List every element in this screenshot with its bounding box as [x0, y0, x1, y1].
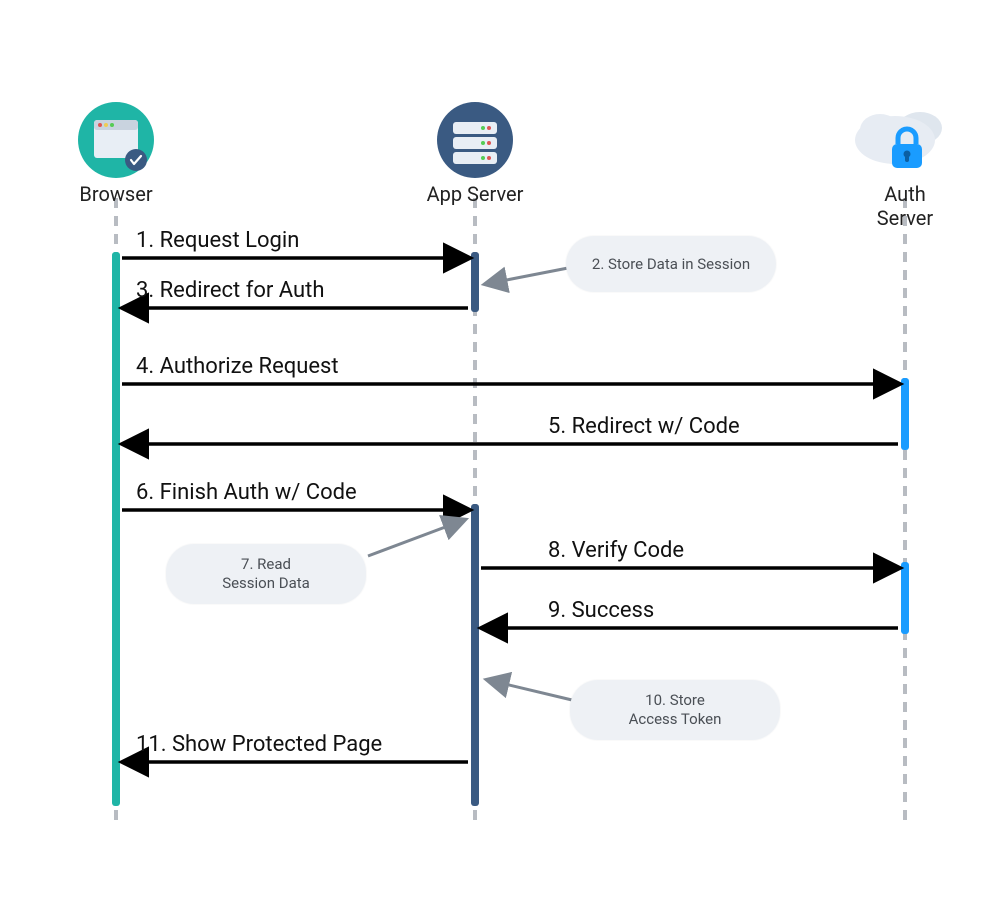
server-icon [437, 102, 513, 178]
diagram-canvas [0, 0, 1000, 900]
note-7-text: 7. Read Session Data [222, 555, 310, 593]
msg-6: 6. Finish Auth w/ Code [136, 480, 357, 505]
note-2: 2. Store Data in Session [566, 236, 776, 292]
note-10: 10. Store Access Token [570, 680, 780, 740]
sequence-diagram: Browser App Server Auth Server 1. Reques… [0, 0, 1000, 900]
msg-5: 5. Redirect w/ Code [548, 414, 740, 439]
actor-label-app-server: App Server [427, 182, 524, 206]
cloud-lock-icon [855, 112, 942, 168]
msg-9: 9. Success [548, 598, 654, 623]
note-10-text: 10. Store Access Token [629, 691, 722, 729]
msg-11: 11. Show Protected Page [136, 732, 382, 757]
msg-3: 3. Redirect for Auth [136, 278, 324, 303]
browser-icon [78, 102, 154, 178]
note-2-text: 2. Store Data in Session [592, 255, 750, 274]
note-7: 7. Read Session Data [166, 544, 366, 604]
actor-label-auth-server: Auth Server [858, 182, 953, 230]
actor-label-browser: Browser [79, 182, 152, 206]
msg-4: 4. Authorize Request [136, 354, 339, 379]
msg-8: 8. Verify Code [548, 538, 684, 563]
msg-1: 1. Request Login [136, 228, 299, 253]
